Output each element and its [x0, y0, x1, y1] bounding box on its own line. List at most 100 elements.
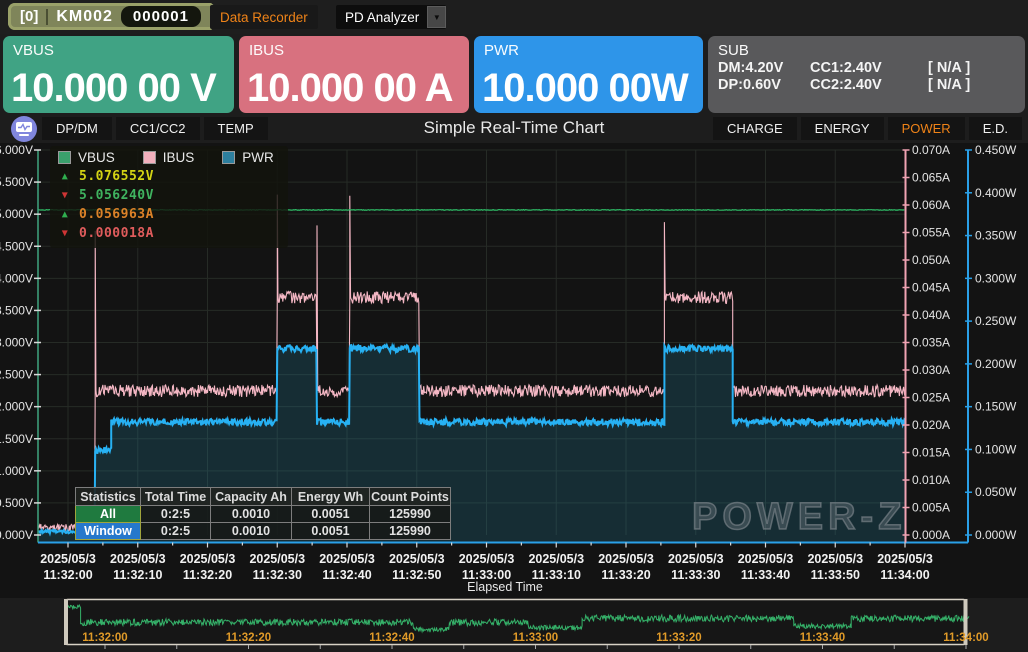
device-model: KM002 [56, 8, 113, 26]
ibus-swatch-icon [143, 151, 156, 164]
statistics-table: StatisticsTotal TimeCapacity AhEnergy Wh… [75, 487, 451, 540]
device-serial: 000001 [121, 6, 201, 27]
stat-value: 0.056963A [79, 207, 154, 222]
current-tick-label: 0.030A [912, 363, 950, 377]
power-tick-label: 0.450W [975, 143, 1017, 157]
sub-values: DM:4.20VCC1:2.40V[ N/A ]DP:0.60VCC2:2.40… [718, 60, 1025, 93]
voltage-tick-label: 1.000V [0, 464, 33, 478]
device-tab[interactable]: [0] KM002 000001 [8, 3, 227, 30]
device-index: [0] [20, 8, 38, 25]
current-tick-label: 0.040A [912, 308, 950, 322]
stats-cell: 0.0010 [211, 506, 292, 523]
x-axis-title: Elapsed Time [425, 580, 585, 594]
data-recorder-button[interactable]: Data Recorder [210, 5, 318, 29]
right-tab-group: CHARGEENERGYPOWERE.D. [713, 117, 1022, 140]
voltage-tick-label: 0.500V [0, 496, 33, 510]
x-tick-time-label: 11:33:20 [601, 568, 650, 582]
sub-value-1-2: [ N/A ] [928, 77, 1025, 93]
data-recorder-label: Data Recorder [220, 10, 308, 25]
pwr-value: 10.000 00W [482, 68, 703, 108]
power-tick-label: 0.050W [975, 485, 1017, 499]
legend-item-vbus[interactable]: VBUS [58, 150, 115, 165]
stat-value: 5.076552V [79, 169, 154, 184]
legend-row: VBUS IBUS PWR [58, 150, 274, 165]
pwr-swatch-icon [222, 151, 235, 164]
sub-value-0-0: DM:4.20V [718, 60, 810, 76]
dropdown-arrow-icon[interactable]: ▼ [427, 6, 446, 28]
legend-item-ibus[interactable]: IBUS [143, 150, 195, 165]
stats-cell: 125990 [370, 506, 451, 523]
stats-header-3: Energy Wh [292, 488, 370, 506]
overview-time-label: 11:33:20 [656, 632, 701, 644]
legend-label: VBUS [78, 150, 115, 165]
voltage-tick-label: 2.500V [0, 368, 33, 382]
stats-cell: 0.0051 [292, 523, 370, 540]
overview-time-label: 11:33:40 [800, 632, 845, 644]
power-tick-label: 0.350W [975, 229, 1017, 243]
stat-row-2: ▲ 0.056963A [58, 207, 274, 222]
stats-header-1: Total Time [141, 488, 211, 506]
range-handle-left[interactable] [64, 599, 68, 645]
current-tick-label: 0.055A [912, 226, 950, 240]
tab-e-d-[interactable]: E.D. [969, 117, 1022, 140]
sub-label: SUB [718, 42, 1025, 59]
x-tick-time-label: 11:33:40 [741, 568, 790, 582]
device-separator [46, 9, 48, 25]
current-tick-label: 0.015A [912, 446, 950, 460]
pwr-card: PWR 10.000 00W [474, 36, 703, 113]
x-tick-date-label: 2025/05/3 [598, 552, 654, 566]
power-z-watermark: POWER-Z [692, 496, 906, 539]
overview-range-selector[interactable]: 11:32:0011:32:2011:32:4011:33:0011:33:20… [0, 598, 1028, 652]
vbus-card: VBUS 10.000 00 V [3, 36, 234, 113]
stats-row-name[interactable]: All [76, 506, 141, 523]
stat-value: 0.000018A [79, 226, 154, 241]
ibus-value: 10.000 00 A [247, 68, 469, 108]
voltage-tick-label: 4.500V [0, 239, 33, 253]
min-arrow-icon: ▼ [58, 190, 72, 201]
voltage-tick-label: 5.500V [0, 175, 33, 189]
overview-time-label: 11:32:20 [226, 632, 271, 644]
x-tick-date-label: 2025/05/3 [459, 552, 515, 566]
tab-charge[interactable]: CHARGE [713, 117, 797, 140]
stats-header-4: Count Points [370, 488, 451, 506]
power-tick-label: 0.300W [975, 271, 1017, 285]
current-tick-label: 0.005A [912, 501, 950, 515]
min-arrow-icon: ▼ [58, 228, 72, 239]
sub-value-0-2: [ N/A ] [928, 60, 1025, 76]
overview-time-label: 11:32:40 [369, 632, 414, 644]
stats-row-name[interactable]: Window [76, 523, 141, 540]
x-tick-date-label: 2025/05/3 [40, 552, 96, 566]
tab-power[interactable]: POWER [888, 117, 965, 140]
pd-analyzer-select[interactable]: PD Analyzer ▼ [336, 5, 446, 29]
x-tick-date-label: 2025/05/3 [738, 552, 794, 566]
current-tick-label: 0.065A [912, 171, 950, 185]
vbus-swatch-icon [58, 151, 71, 164]
legend-item-pwr[interactable]: PWR [222, 150, 274, 165]
power-tick-label: 0.250W [975, 314, 1017, 328]
current-tick-label: 0.025A [912, 391, 950, 405]
stats-header-0: Statistics [76, 488, 141, 506]
current-tick-label: 0.050A [912, 253, 950, 267]
stats-cell: 0.0051 [292, 506, 370, 523]
overview-time-label: 11:34:00 [943, 632, 988, 644]
voltage-tick-label: 3.500V [0, 303, 33, 317]
current-tick-label: 0.000A [912, 528, 950, 542]
current-tick-label: 0.070A [912, 143, 950, 157]
x-tick-time-label: 11:32:40 [322, 568, 371, 582]
x-tick-time-label: 11:32:30 [253, 568, 302, 582]
sub-value-1-1: CC2:2.40V [810, 77, 928, 93]
power-tick-label: 0.400W [975, 186, 1017, 200]
power-tick-label: 0.200W [975, 357, 1017, 371]
max-arrow-icon: ▲ [58, 209, 72, 220]
stats-cell: 0.0010 [211, 523, 292, 540]
stats-row-all: All0:2:50.00100.0051125990 [76, 506, 451, 523]
x-tick-time-label: 11:34:00 [880, 568, 929, 582]
vbus-value: 10.000 00 V [11, 68, 234, 108]
legend-label: IBUS [163, 150, 195, 165]
sub-value-0-1: CC1:2.40V [810, 60, 928, 76]
chart-header: DP/DMCC1/CC2TEMP Simple Real-Time Chart … [0, 116, 1028, 142]
x-tick-time-label: 11:33:30 [671, 568, 720, 582]
tab-energy[interactable]: ENERGY [801, 117, 884, 140]
overview-time-label: 11:32:00 [82, 632, 127, 644]
sub-card: SUB DM:4.20VCC1:2.40V[ N/A ]DP:0.60VCC2:… [708, 36, 1025, 113]
